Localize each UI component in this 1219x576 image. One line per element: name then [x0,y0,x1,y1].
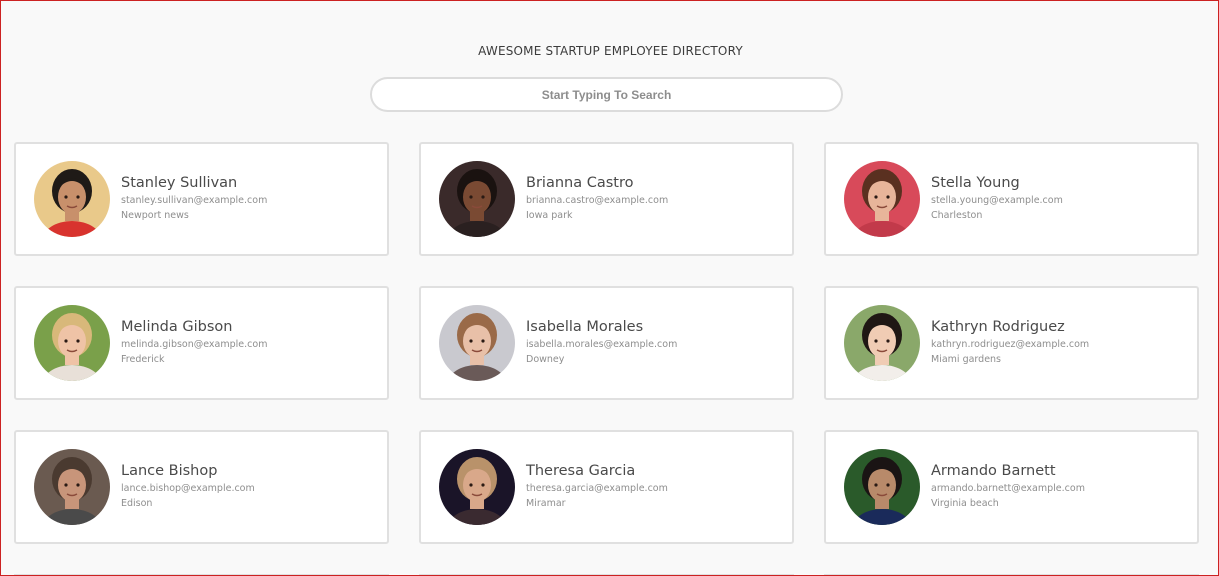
app-window: AWESOME STARTUP EMPLOYEE DIRECTORY Stanl… [0,0,1219,576]
avatar [844,305,920,381]
employee-name: Stella Young [931,175,1020,191]
employee-email: lance.bishop@example.com [121,483,255,494]
avatar-photo [439,449,515,525]
avatar [34,161,110,237]
employee-city: Miramar [526,498,566,509]
employee-name: Brianna Castro [526,175,634,191]
avatar-photo [439,305,515,381]
employee-email: melinda.gibson@example.com [121,339,268,350]
employee-info: Kathryn Rodriguez kathryn.rodriguez@exam… [931,317,1089,367]
employee-email: stella.young@example.com [931,195,1063,206]
employee-email: stanley.sullivan@example.com [121,195,268,206]
employee-info: Lance Bishop lance.bishop@example.com Ed… [121,461,255,511]
employee-name: Isabella Morales [526,319,644,335]
employee-card[interactable]: Melinda Gibson melinda.gibson@example.co… [14,286,389,400]
avatar-photo [844,305,920,381]
employee-name: Melinda Gibson [121,319,233,335]
employee-city: Virginia beach [931,498,999,509]
avatar [439,305,515,381]
employee-card[interactable]: Kathryn Rodriguez kathryn.rodriguez@exam… [824,286,1199,400]
employee-name: Stanley Sullivan [121,175,238,191]
employee-info: Stanley Sullivan stanley.sullivan@exampl… [121,173,267,223]
employee-grid: Stanley Sullivan stanley.sullivan@exampl… [14,142,1199,544]
employee-name: Theresa Garcia [526,463,636,479]
employee-card[interactable]: Lance Bishop lance.bishop@example.com Ed… [14,430,389,544]
employee-city: Edison [121,498,153,509]
employee-info: Stella Young stella.young@example.com Ch… [931,173,1063,223]
avatar [34,449,110,525]
employee-city: Frederick [121,354,165,365]
employee-info: Theresa Garcia theresa.garcia@example.co… [526,461,668,511]
employee-city: Charleston [931,210,983,221]
employee-city: Newport news [121,210,189,221]
avatar [439,449,515,525]
employee-card[interactable]: Theresa Garcia theresa.garcia@example.co… [419,430,794,544]
employee-email: kathryn.rodriguez@example.com [931,339,1090,350]
avatar [34,305,110,381]
avatar [844,161,920,237]
employee-city: Iowa park [526,210,573,221]
avatar-photo [844,449,920,525]
page-title: AWESOME STARTUP EMPLOYEE DIRECTORY [478,44,743,58]
employee-name: Armando Barnett [931,463,1056,479]
avatar [439,161,515,237]
employee-email: brianna.castro@example.com [526,195,669,206]
avatar [844,449,920,525]
avatar-photo [34,305,110,381]
employee-card[interactable]: Stella Young stella.young@example.com Ch… [824,142,1199,256]
employee-card[interactable]: Armando Barnett armando.barnett@example.… [824,430,1199,544]
employee-city: Miami gardens [931,354,1002,365]
employee-city: Downey [526,354,565,365]
avatar-photo [844,161,920,237]
employee-card[interactable]: Brianna Castro brianna.castro@example.co… [419,142,794,256]
employee-email: theresa.garcia@example.com [526,483,668,494]
employee-info: Isabella Morales isabella.morales@exampl… [526,317,677,367]
avatar-photo [34,161,110,237]
employee-name: Kathryn Rodriguez [931,319,1065,335]
avatar-photo [439,161,515,237]
employee-email: isabella.morales@example.com [526,339,678,350]
avatar-photo [34,449,110,525]
employee-email: armando.barnett@example.com [931,483,1085,494]
employee-card[interactable]: Isabella Morales isabella.morales@exampl… [419,286,794,400]
employee-info: Armando Barnett armando.barnett@example.… [931,461,1085,511]
employee-card[interactable]: Stanley Sullivan stanley.sullivan@exampl… [14,142,389,256]
employee-info: Melinda Gibson melinda.gibson@example.co… [121,317,267,367]
search-input[interactable] [370,77,843,112]
employee-info: Brianna Castro brianna.castro@example.co… [526,173,668,223]
employee-name: Lance Bishop [121,463,218,479]
